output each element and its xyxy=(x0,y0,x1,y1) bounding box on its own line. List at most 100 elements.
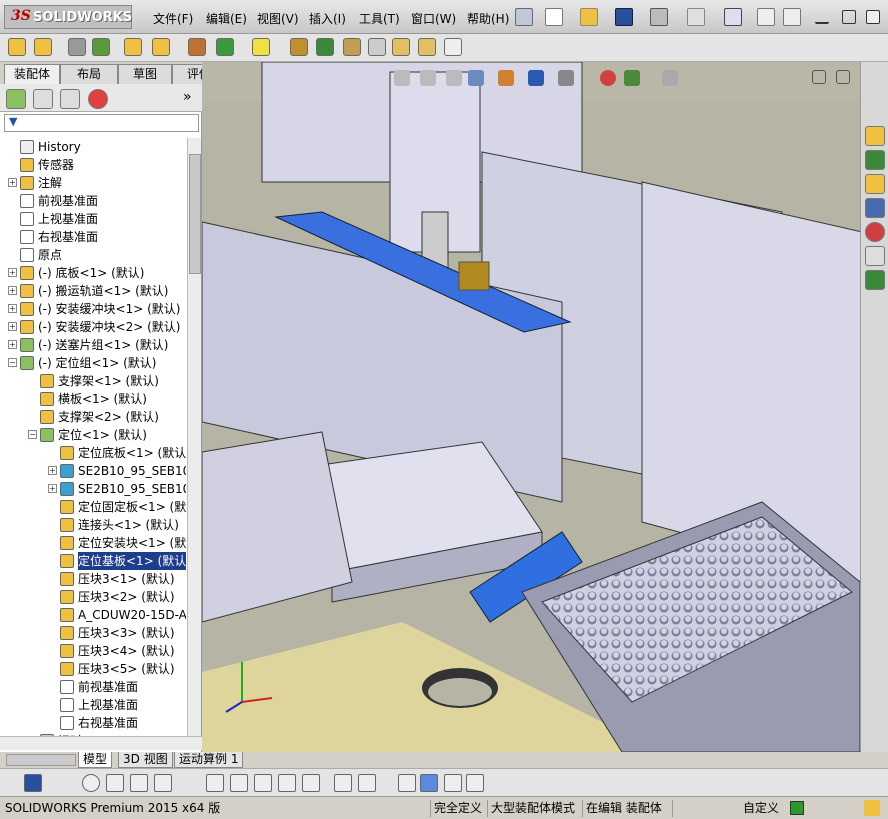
menu-view[interactable]: 视图(V) xyxy=(257,10,299,27)
tree-node[interactable]: + (-) 安装缓冲块<1> (默认) xyxy=(6,300,186,318)
tree-node[interactable]: History xyxy=(6,138,186,156)
vertical-dimension-icon[interactable] xyxy=(358,774,376,792)
viewport-minimize-icon[interactable] xyxy=(812,70,826,84)
tree-node[interactable]: 支撑架<2> (默认) xyxy=(6,408,186,426)
design-library-icon[interactable] xyxy=(865,150,885,170)
feature-tree-tab-icon[interactable] xyxy=(6,89,26,109)
undo-icon[interactable] xyxy=(687,8,705,26)
linear-pattern-icon[interactable] xyxy=(92,38,110,56)
tree-node[interactable]: 压块3<1> (默认) xyxy=(6,570,186,588)
tab-model[interactable]: 模型 xyxy=(78,752,113,768)
tree-node[interactable]: 定位底板<1> (默认) xyxy=(6,444,186,462)
reference-geometry-icon[interactable] xyxy=(252,38,270,56)
tree-node[interactable]: 定位安装块<1> (默认) xyxy=(6,534,186,552)
more-tabs-icon[interactable]: » xyxy=(183,89,192,105)
edit-appearance-icon[interactable] xyxy=(600,70,616,86)
insert-component-icon[interactable] xyxy=(8,38,26,56)
tree-expander-icon[interactable]: − xyxy=(28,430,37,439)
solidworks-forum-icon[interactable] xyxy=(865,270,885,290)
tab-sketch[interactable]: 草图 xyxy=(118,64,172,84)
tree-horizontal-scrollbar[interactable] xyxy=(0,736,202,750)
clearance-verification-icon[interactable] xyxy=(418,38,436,56)
display-style-icon[interactable] xyxy=(558,70,574,86)
print-icon[interactable] xyxy=(650,8,668,26)
tab-3d-view[interactable]: 3D 视图 xyxy=(118,752,173,768)
tree-expander-icon[interactable]: + xyxy=(8,340,17,349)
file-explorer-icon[interactable] xyxy=(865,174,885,194)
tree-node[interactable]: 右视基准面 xyxy=(6,714,186,732)
tree-node[interactable]: 横板<1> (默认) xyxy=(6,390,186,408)
tree-node[interactable]: − (-) 定位组<1> (默认) xyxy=(6,354,186,372)
custom-properties-icon[interactable] xyxy=(865,246,885,266)
move-component-icon[interactable] xyxy=(152,38,170,56)
trim-tool-icon[interactable] xyxy=(206,774,224,792)
restore-icon[interactable] xyxy=(842,10,856,24)
tree-node[interactable]: 前视基准面 xyxy=(6,192,186,210)
tree-node[interactable]: 压块3<2> (默认) xyxy=(6,588,186,606)
tree-node[interactable]: 压块3<5> (默认) xyxy=(6,660,186,678)
help-status-icon[interactable] xyxy=(790,801,804,815)
tree-node[interactable]: 传感器 xyxy=(6,156,186,174)
graphics-area[interactable] xyxy=(202,62,860,752)
menu-help[interactable]: 帮助(H) xyxy=(467,10,509,27)
tree-node[interactable]: + (-) 送塞片组<1> (默认) xyxy=(6,336,186,354)
scroll-thumb[interactable] xyxy=(189,154,201,274)
tree-node[interactable]: 右视基准面 xyxy=(6,228,186,246)
shaded-icon[interactable] xyxy=(420,774,438,792)
close-icon[interactable] xyxy=(866,10,880,24)
property-manager-tab-icon[interactable] xyxy=(33,89,53,109)
extend-tool-icon[interactable] xyxy=(230,774,248,792)
tree-expander-icon[interactable]: + xyxy=(48,466,57,475)
show-hidden-icon[interactable] xyxy=(188,38,206,56)
tree-node[interactable]: 定位固定板<1> (默认) xyxy=(6,498,186,516)
tree-node[interactable]: 定位基板<1> (默认) xyxy=(6,552,186,570)
table-icon[interactable] xyxy=(466,774,484,792)
section-view-icon[interactable] xyxy=(468,70,484,86)
tab-motion-study[interactable]: 运动算例 1 xyxy=(174,752,244,768)
horizontal-dimension-icon[interactable] xyxy=(334,774,352,792)
tree-node[interactable]: 原点 xyxy=(6,246,186,264)
tree-expander-icon[interactable]: + xyxy=(8,304,17,313)
bill-of-materials-icon[interactable] xyxy=(316,38,334,56)
explode-line-sketch-icon[interactable] xyxy=(368,38,386,56)
tree-expander-icon[interactable]: + xyxy=(8,286,17,295)
zoom-to-fit-icon[interactable] xyxy=(394,70,410,86)
tree-expander-icon[interactable]: − xyxy=(8,358,17,367)
zoom-to-area-icon[interactable] xyxy=(420,70,436,86)
tree-node[interactable]: 前视基准面 xyxy=(6,678,186,696)
smart-fasteners-icon[interactable] xyxy=(124,38,142,56)
menu-window[interactable]: 窗口(W) xyxy=(411,10,456,27)
line-tool-icon[interactable] xyxy=(106,774,124,792)
appearance-tab-icon[interactable] xyxy=(88,89,108,109)
tree-node[interactable]: A_CDUW20-15D-A93 xyxy=(6,606,186,624)
tree-node[interactable]: 支撑架<1> (默认) xyxy=(6,372,186,390)
tree-node[interactable]: 上视基准面 xyxy=(6,210,186,228)
pin-icon[interactable] xyxy=(515,8,533,26)
select-cursor-icon[interactable] xyxy=(724,8,742,26)
tree-node[interactable]: 上视基准面 xyxy=(6,696,186,714)
offset-tool-icon[interactable] xyxy=(254,774,272,792)
tree-node[interactable]: + 注解 xyxy=(6,174,186,192)
hide-show-icon[interactable] xyxy=(444,774,462,792)
spline-tool-icon[interactable] xyxy=(154,774,172,792)
help-icon[interactable] xyxy=(783,8,801,26)
apply-scene-icon[interactable] xyxy=(624,70,640,86)
circle-tool-icon[interactable] xyxy=(82,774,100,792)
tree-vertical-scrollbar[interactable] xyxy=(187,138,201,736)
open-folder-icon[interactable] xyxy=(580,8,598,26)
tree-node[interactable]: + SE2B10_95_SEB10-55 xyxy=(6,480,186,498)
smart-dimension-icon[interactable] xyxy=(302,774,320,792)
view-settings-icon[interactable] xyxy=(662,70,678,86)
menu-file[interactable]: 文件(F) xyxy=(153,10,193,27)
tree-filter-input[interactable]: ▼ xyxy=(4,114,199,132)
new-part-icon[interactable] xyxy=(34,38,52,56)
minimize-icon[interactable] xyxy=(815,10,829,24)
rebuild-status-icon[interactable] xyxy=(864,800,880,816)
polygon-tool-icon[interactable] xyxy=(130,774,148,792)
tree-node[interactable]: 压块3<4> (默认) xyxy=(6,642,186,660)
configuration-tab-icon[interactable] xyxy=(60,89,80,109)
view-orientation-icon[interactable] xyxy=(528,70,544,86)
units-dropdown[interactable]: 自定义 xyxy=(672,800,782,817)
tree-node[interactable]: + (-) 搬运轨道<1> (默认) xyxy=(6,282,186,300)
solidworks-resources-icon[interactable] xyxy=(865,126,885,146)
